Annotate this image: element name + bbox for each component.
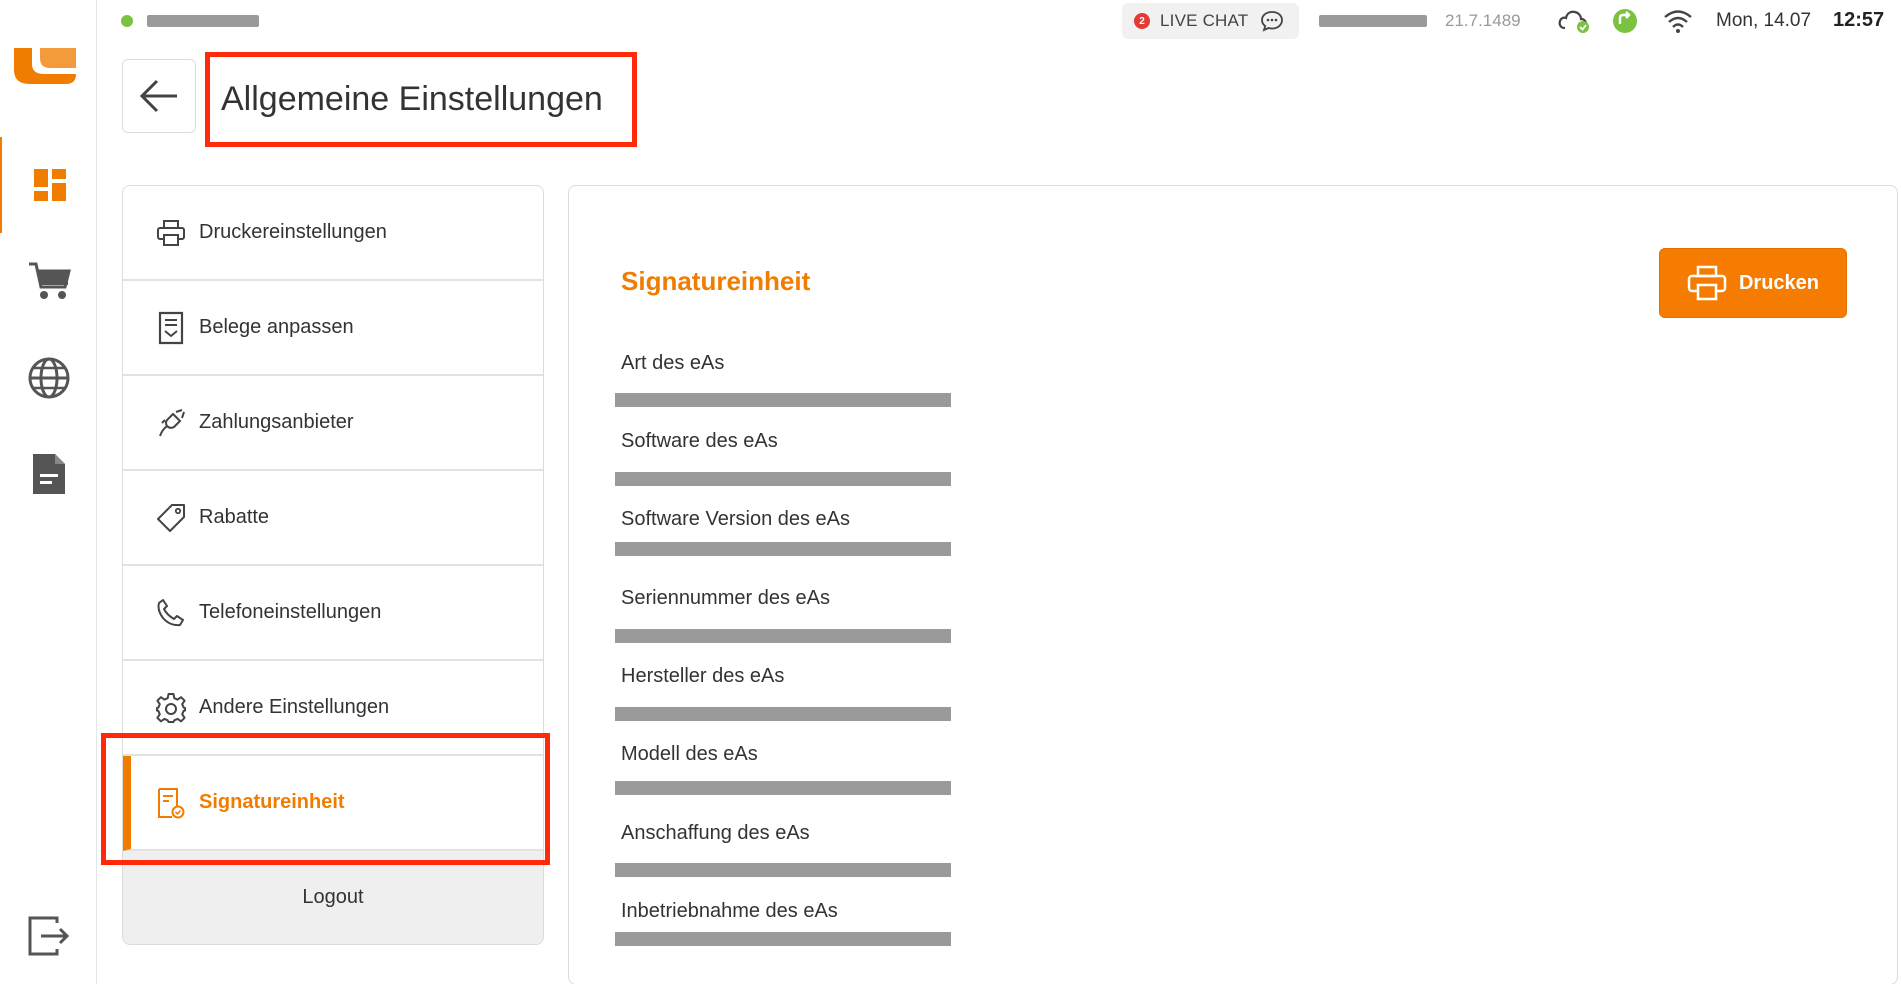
document-icon bbox=[32, 454, 65, 494]
plug-icon bbox=[155, 407, 187, 439]
field-label-seriennummer: Seriennummer des eAs bbox=[621, 587, 830, 609]
menu-item-label: Druckereinstellungen bbox=[199, 221, 387, 243]
status-date: Mon, 14.07 bbox=[1716, 10, 1812, 31]
menu-item-label: Zahlungsanbieter bbox=[199, 411, 354, 433]
print-button[interactable]: Drucken bbox=[1659, 248, 1847, 318]
wifi-icon bbox=[1664, 10, 1692, 33]
printer-icon bbox=[155, 217, 187, 249]
nav-online[interactable] bbox=[0, 330, 97, 426]
arrow-left-icon bbox=[139, 79, 177, 113]
menu-item-rabatte[interactable]: Rabatte bbox=[123, 471, 543, 566]
exit-button[interactable] bbox=[0, 888, 97, 984]
print-button-label: Drucken bbox=[1738, 271, 1820, 294]
field-value-redacted bbox=[615, 707, 951, 721]
field-value-redacted bbox=[615, 472, 951, 486]
field-label-modell: Modell des eAs bbox=[621, 743, 758, 765]
live-chat-button[interactable]: 2 LIVE CHAT bbox=[1122, 3, 1299, 39]
status-bar: 2 LIVE CHAT 21.7.1489 Mon, 14.07 12:57 bbox=[97, 0, 1901, 42]
menu-item-label: Belege anpassen bbox=[199, 316, 354, 338]
menu-item-label: Andere Einstellungen bbox=[199, 696, 390, 718]
field-label-anschaffung: Anschaffung des eAs bbox=[621, 822, 810, 844]
panel-title: Signatureinheit bbox=[621, 266, 811, 296]
redacted-user-name bbox=[147, 15, 259, 27]
menu-item-belege-anpassen[interactable]: Belege anpassen bbox=[123, 281, 543, 376]
chat-bubble-icon bbox=[1261, 11, 1284, 32]
menu-item-andere-einstellungen[interactable]: Andere Einstellungen bbox=[123, 661, 543, 756]
menu-item-telefoneinstellungen[interactable]: Telefoneinstellungen bbox=[123, 566, 543, 661]
phone-icon bbox=[155, 597, 187, 629]
field-label-software-version: Software Version des eAs bbox=[621, 508, 851, 530]
sync-status-icon bbox=[1613, 9, 1637, 33]
status-time: 12:57 bbox=[1833, 9, 1885, 31]
cart-icon bbox=[28, 262, 71, 299]
field-value-redacted bbox=[615, 863, 951, 877]
field-label-inbetriebnahme: Inbetriebnahme des eAs bbox=[621, 900, 838, 922]
left-rail bbox=[0, 0, 97, 984]
online-status-dot bbox=[121, 15, 133, 27]
live-chat-badge: 2 bbox=[1134, 13, 1150, 29]
signature-document-icon bbox=[155, 787, 187, 819]
receipt-icon bbox=[155, 311, 187, 344]
field-value-redacted bbox=[615, 781, 951, 795]
menu-item-signatureinheit[interactable]: Signatureinheit bbox=[123, 756, 543, 851]
page-title-box: Allgemeine Einstellungen bbox=[205, 52, 637, 147]
gear-icon bbox=[155, 692, 187, 724]
field-label-software: Software des eAs bbox=[621, 430, 778, 452]
app-version: 21.7.1489 bbox=[1445, 11, 1521, 30]
logout-button[interactable]: Logout bbox=[123, 851, 543, 944]
field-value-redacted bbox=[615, 932, 951, 946]
menu-item-druckereinstellungen[interactable]: Druckereinstellungen bbox=[123, 186, 543, 281]
cloud-sync-icon bbox=[1558, 10, 1589, 33]
dashboard-icon bbox=[33, 169, 66, 201]
signature-unit-panel: Signatureinheit Drucken Art des eAs Soft… bbox=[568, 185, 1898, 984]
printer-icon bbox=[1687, 265, 1727, 301]
nav-documents[interactable] bbox=[0, 426, 97, 522]
back-button[interactable] bbox=[122, 59, 196, 133]
field-label-art: Art des eAs bbox=[621, 352, 725, 374]
menu-item-zahlungsanbieter[interactable]: Zahlungsanbieter bbox=[123, 376, 543, 471]
field-value-redacted bbox=[615, 629, 951, 643]
nav-cart[interactable] bbox=[0, 233, 97, 329]
tag-icon bbox=[155, 502, 187, 534]
menu-item-label: Signatureinheit bbox=[199, 791, 345, 813]
redacted-device-id bbox=[1319, 15, 1427, 27]
page-title: Allgemeine Einstellungen bbox=[221, 80, 603, 118]
menu-item-label: Rabatte bbox=[199, 506, 270, 528]
nav-dashboard[interactable] bbox=[0, 137, 97, 233]
field-value-redacted bbox=[615, 542, 951, 556]
menu-item-label: Telefoneinstellungen bbox=[199, 601, 382, 623]
settings-menu: Druckereinstellungen Belege anpassen Zah… bbox=[122, 185, 544, 945]
app-logo bbox=[14, 48, 76, 84]
exit-icon bbox=[28, 916, 69, 956]
live-chat-label: LIVE CHAT bbox=[1160, 11, 1249, 30]
field-value-redacted bbox=[615, 393, 951, 407]
field-label-hersteller: Hersteller des eAs bbox=[621, 665, 785, 687]
globe-icon bbox=[28, 357, 69, 399]
